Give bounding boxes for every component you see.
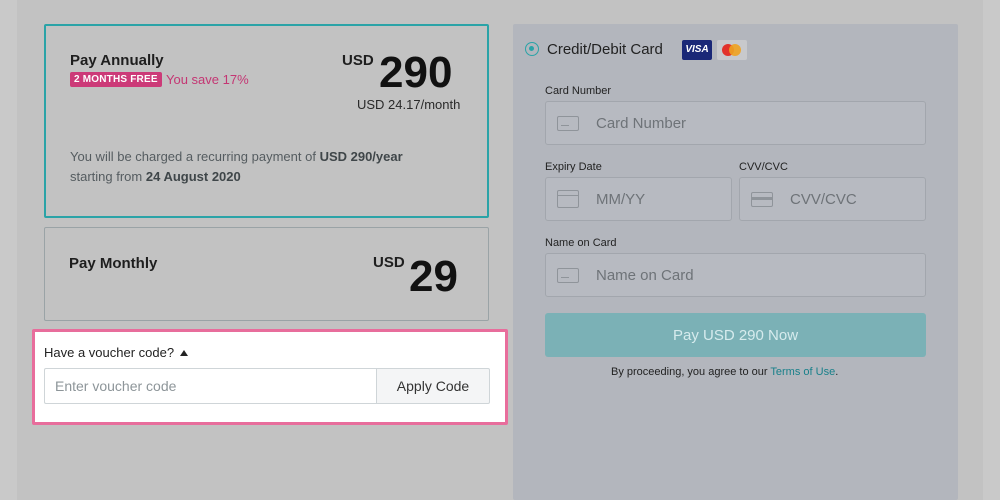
visa-icon: VISA [682,40,712,60]
expiry-date-label: Expiry Date [545,161,602,173]
charge-note: You will be charged a recurring payment … [70,147,470,187]
price-currency: USD [373,254,405,271]
price-amount: 290 [379,48,453,97]
cvv-field[interactable]: CVV/CVC [739,177,926,221]
voucher-toggle[interactable]: Have a voucher code? [44,345,189,360]
voucher-toggle-label: Have a voucher code? [44,345,175,360]
card-number-label: Card Number [545,85,612,97]
terms-of-use-link[interactable]: Terms of Use [770,366,835,378]
caret-up-icon [180,350,189,356]
name-on-card-field[interactable]: Name on Card [545,253,926,297]
payment-panel: Credit/Debit Card VISA Card Number Card … [513,24,958,500]
plan-name: Pay Annually [70,52,164,69]
charge-amount: USD 290/year [319,149,403,164]
expiry-date-field[interactable]: MM/YY [545,177,732,221]
apply-code-button[interactable]: Apply Code [376,368,490,404]
terms-prefix: By proceeding, you agree to our [611,366,771,378]
voucher-code-input[interactable] [44,368,376,404]
card-number-field[interactable]: Card Number [545,101,926,145]
calendar-icon [557,190,579,208]
card-number-placeholder: Card Number [596,115,687,132]
charge-text: You will be charged a recurring payment … [70,149,320,164]
price-amount: 29 [409,252,458,301]
savings-text: You save 17% [166,72,249,87]
cvv-placeholder: CVV/CVC [790,191,857,208]
payment-method-radio[interactable] [525,42,539,56]
id-card-icon [557,268,579,283]
free-months-badge: 2 MONTHS FREE [70,72,162,87]
card-back-icon [751,192,773,207]
mastercard-icon [717,40,747,60]
charge-date: 24 August 2020 [145,169,241,184]
voucher-section: Have a voucher code? Apply Code [32,329,508,425]
name-on-card-placeholder: Name on Card [596,267,694,284]
credit-card-icon [557,116,579,131]
terms-suffix: . [835,366,839,378]
cvv-label: CVV/CVC [739,161,788,173]
charge-start-text: starting from [70,169,146,184]
plan-name: Pay Monthly [69,255,158,272]
name-on-card-label: Name on Card [545,237,617,249]
price-currency: USD [342,52,374,69]
terms-notice: By proceeding, you agree to our Terms of… [611,366,838,378]
payment-method-label: Credit/Debit Card [547,41,663,58]
expiry-date-placeholder: MM/YY [596,191,646,208]
plan-option-annual[interactable]: Pay Annually 2 MONTHS FREE You save 17% … [44,24,489,218]
pay-now-button[interactable]: Pay USD 290 Now [545,313,926,357]
plan-option-monthly[interactable]: Pay Monthly USD 29 [44,227,489,321]
price-per-month: USD 24.17/month [357,97,461,112]
